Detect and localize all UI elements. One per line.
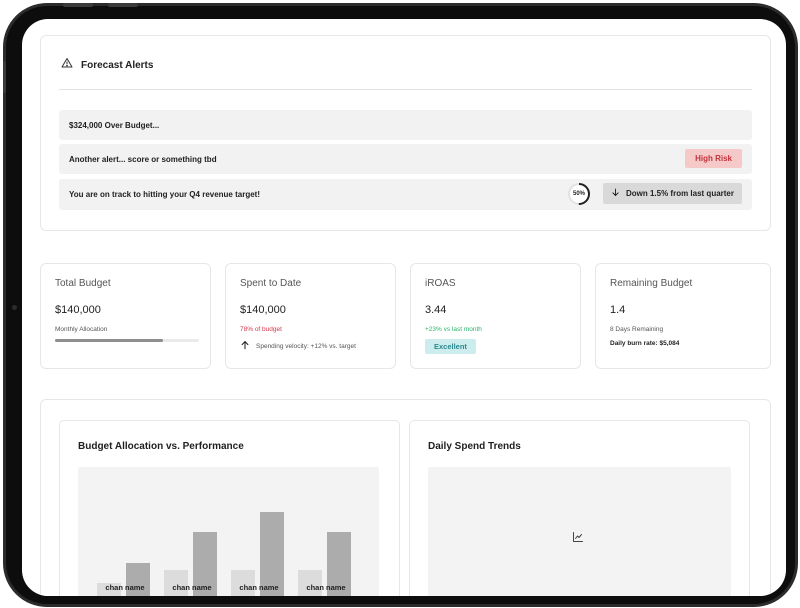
alert-text: You are on track to hitting your Q4 reve…	[69, 190, 260, 199]
metric-value: $140,000	[55, 304, 101, 316]
forecast-alerts-card: Forecast Alerts $324,000 Over Budget... …	[40, 35, 771, 231]
spent-to-date-card: Spent to Date $140,000 78% of budget Spe…	[225, 263, 396, 369]
remaining-budget-card: Remaining Budget 1.4 8 Days Remaining Da…	[595, 263, 771, 369]
budget-percent: 78% of budget	[240, 326, 282, 333]
spending-velocity: Spending velocity: +12% vs. target	[240, 340, 356, 352]
screen: Forecast Alerts $324,000 Over Budget... …	[22, 19, 786, 596]
trend-text: Down 1.5% from last quarter	[625, 189, 734, 198]
camera	[12, 305, 17, 310]
alert-risk[interactable]: Another alert... score or something tbd …	[59, 144, 752, 174]
metric-value: $140,000	[240, 304, 286, 316]
trend-chart-placeholder	[428, 467, 731, 596]
volume-button	[108, 3, 138, 7]
excellent-badge: Excellent	[425, 339, 476, 354]
bar-chart: chan name chan name chan name chan name	[78, 467, 379, 596]
daily-spend-panel: Daily Spend Trends	[409, 420, 750, 596]
budget-allocation-panel: Budget Allocation vs. Performance chan n…	[59, 420, 400, 596]
daily-burn-rate: Daily burn rate: $5,084	[610, 340, 680, 347]
metric-value: 3.44	[425, 304, 447, 316]
divider	[59, 89, 752, 90]
arrow-down-icon	[611, 188, 620, 199]
allocation-progress-bar	[55, 339, 199, 342]
chart-title: Budget Allocation vs. Performance	[78, 441, 244, 452]
metric-value: 1.4	[610, 304, 626, 316]
volume-button	[63, 3, 93, 7]
alert-on-track[interactable]: You are on track to hitting your Q4 reve…	[59, 179, 752, 210]
alert-over-budget[interactable]: $324,000 Over Budget...	[59, 110, 752, 140]
progress-label: 50%	[572, 191, 585, 197]
line-chart-icon	[572, 530, 584, 548]
high-risk-badge: High Risk	[685, 149, 742, 168]
chart-title: Daily Spend Trends	[428, 441, 521, 452]
category-label: chan name	[239, 583, 279, 592]
category-label: chan name	[172, 583, 212, 592]
velocity-text: Spending velocity: +12% vs. target	[256, 342, 356, 350]
metric-subtitle: Monthly Allocation	[55, 326, 108, 333]
category-label: chan name	[306, 583, 346, 592]
power-button	[3, 61, 6, 93]
alerts-title: Forecast Alerts	[81, 59, 154, 71]
metric-title: Total Budget	[55, 278, 111, 289]
arrow-up-icon	[240, 340, 250, 352]
allocation-progress-fill	[55, 339, 163, 342]
days-remaining: 8 Days Remaining	[610, 326, 664, 333]
alerts-header: Forecast Alerts	[61, 56, 153, 74]
alert-text: Another alert... score or something tbd	[69, 154, 217, 164]
metric-title: iROAS	[425, 278, 456, 289]
charts-section: Budget Allocation vs. Performance chan n…	[40, 399, 771, 596]
tablet-frame: Forecast Alerts $324,000 Over Budget... …	[3, 3, 798, 607]
metric-title: Spent to Date	[240, 278, 302, 289]
trend-badge: Down 1.5% from last quarter	[602, 183, 742, 204]
iroas-card: iROAS 3.44 +23% vs last month Excellent	[410, 263, 581, 369]
month-change: +23% vs last month	[425, 326, 482, 333]
warning-icon	[61, 56, 73, 74]
alert-text: $324,000 Over Budget...	[69, 120, 160, 130]
total-budget-card: Total Budget $140,000 Monthly Allocation	[40, 263, 211, 369]
metric-title: Remaining Budget	[610, 278, 693, 289]
category-label: chan name	[105, 583, 145, 592]
